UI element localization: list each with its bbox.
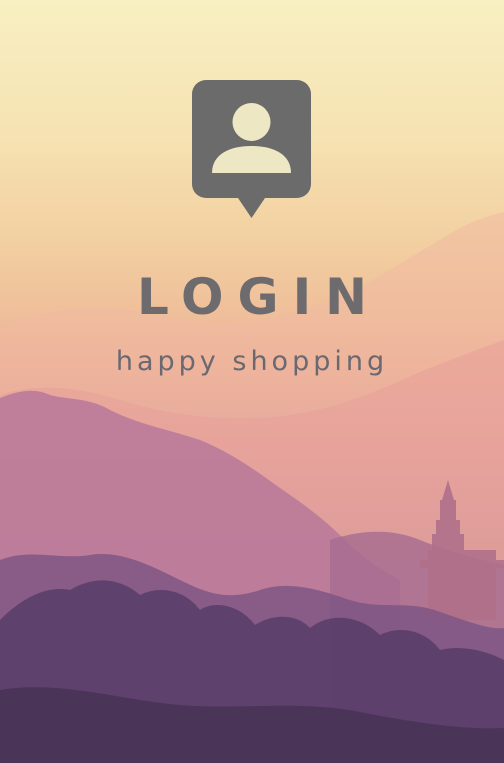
login-subtitle: happy shopping [115,346,389,377]
login-screen: LOGIN happy shopping [0,0,504,763]
login-title: LOGIN [136,268,382,326]
user-location-pin-icon[interactable] [192,80,311,220]
